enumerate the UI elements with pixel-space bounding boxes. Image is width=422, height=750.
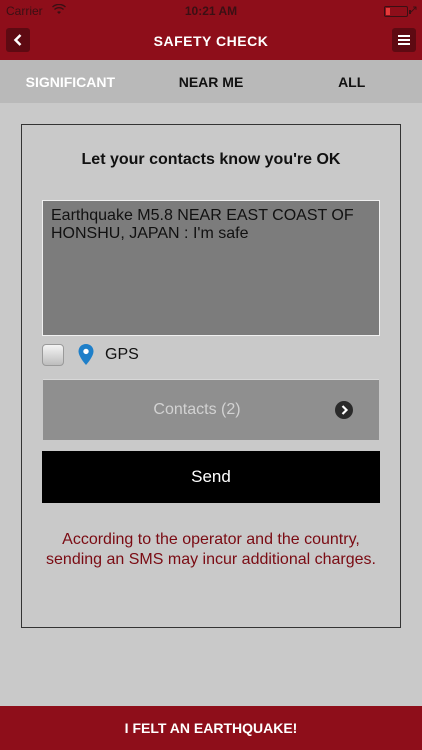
status-time: 10:21 AM [184,4,238,18]
safety-check-card: Let your contacts know you're OK Earthqu… [21,124,401,628]
nav-bar: SAFETY CHECK [0,22,422,60]
gps-row: GPS [42,343,242,367]
contacts-label: Contacts (2) [153,401,241,418]
message-textarea[interactable]: Earthquake M5.8 NEAR EAST COAST OF HONSH… [42,200,380,336]
gps-checkbox[interactable] [42,344,64,366]
status-bar: Carrier 10:21 AM ↗ [0,0,422,22]
battery-icon [384,6,411,17]
card-title: Let your contacts know you're OK [81,151,341,168]
page-title: SAFETY CHECK [153,33,269,49]
location-pin-icon [78,344,94,366]
charging-icon: ↗ [408,4,418,16]
chevron-right-circle-icon [335,401,353,419]
tab-significant[interactable]: SIGNIFICANT [0,60,141,103]
tab-near-me[interactable]: NEAR ME [141,60,282,103]
gps-label: GPS [105,346,139,363]
sms-charges-warning: According to the operator and the countr… [46,531,376,568]
send-button[interactable]: Send [42,451,380,503]
contacts-button[interactable]: Contacts (2) [43,379,379,440]
tab-all[interactable]: ALL [281,60,422,103]
menu-button[interactable] [392,28,416,52]
filter-tabs: SIGNIFICANT NEAR ME ALL [0,60,422,103]
hamburger-menu-icon [398,35,410,45]
felt-earthquake-button[interactable]: I FELT AN EARTHQUAKE! [0,706,422,750]
